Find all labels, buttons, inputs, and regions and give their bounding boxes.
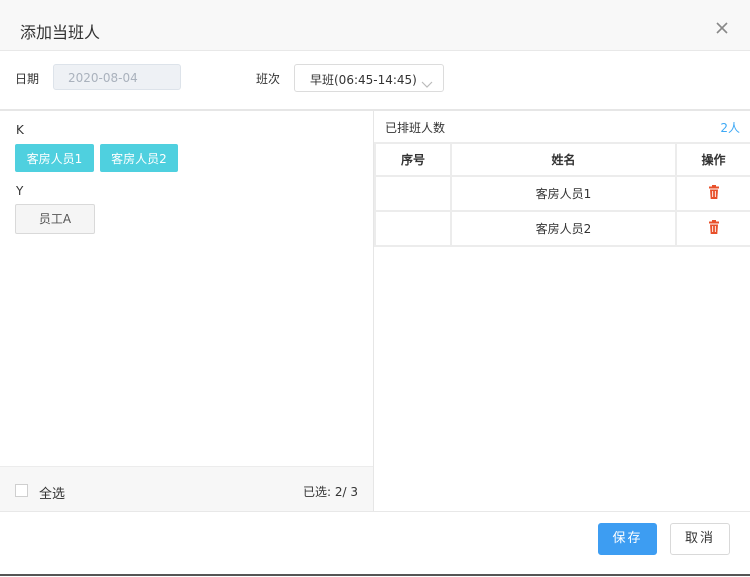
group-label-y: Y bbox=[16, 184, 24, 198]
table-row: 客房人员1 bbox=[374, 175, 750, 212]
staff-picker-panel: K 客房人员1 客房人员2 Y 员工A 全选 已选: 2/ 3 bbox=[0, 111, 374, 512]
dialog-header: 添加当班人 bbox=[0, 0, 750, 51]
scheduled-staff-panel: 已排班人数 2人 序号 姓名 操作 客房人员1 客房人员2 bbox=[374, 111, 750, 511]
left-panel-footer: 全选 已选: 2/ 3 bbox=[0, 466, 373, 512]
trash-icon[interactable] bbox=[708, 220, 720, 237]
close-icon[interactable] bbox=[712, 18, 732, 38]
row-index bbox=[374, 210, 452, 247]
select-all-checkbox[interactable] bbox=[15, 484, 28, 497]
selected-count: 已选: 2/ 3 bbox=[303, 485, 358, 499]
dialog-footer: 保存 取消 bbox=[0, 511, 750, 577]
dialog-title: 添加当班人 bbox=[20, 23, 101, 42]
row-index bbox=[374, 175, 452, 212]
col-header-action: 操作 bbox=[675, 142, 750, 177]
group-label-k: K bbox=[16, 123, 24, 137]
shift-select[interactable]: 早班(06:45-14:45) bbox=[294, 64, 444, 92]
select-all-label[interactable]: 全选 bbox=[39, 483, 65, 502]
staff-tag-2[interactable]: 客房人员2 bbox=[100, 144, 178, 172]
cancel-button[interactable]: 取消 bbox=[670, 523, 730, 555]
save-button[interactable]: 保存 bbox=[598, 523, 657, 555]
scheduled-count: 2人 bbox=[720, 121, 740, 135]
table-header-row: 序号 姓名 操作 bbox=[374, 142, 750, 177]
col-header-index: 序号 bbox=[374, 142, 452, 177]
add-on-duty-dialog: 添加当班人 日期 2020-08-04 班次 早班(06:45-14:45) K… bbox=[0, 0, 750, 577]
row-name: 客房人员2 bbox=[450, 210, 677, 247]
scheduled-title: 已排班人数 bbox=[385, 121, 446, 135]
filter-row: 日期 2020-08-04 班次 早班(06:45-14:45) bbox=[0, 51, 750, 111]
chevron-down-icon bbox=[421, 74, 433, 93]
table-row: 客房人员2 bbox=[374, 210, 750, 247]
staff-tag-3[interactable]: 员工A bbox=[15, 204, 95, 234]
row-action bbox=[675, 210, 750, 247]
row-name: 客房人员1 bbox=[450, 175, 677, 212]
trash-icon[interactable] bbox=[708, 185, 720, 202]
staff-tag-1[interactable]: 客房人员1 bbox=[15, 144, 94, 172]
scheduled-table: 序号 姓名 操作 客房人员1 客房人员2 bbox=[374, 142, 750, 247]
col-header-name: 姓名 bbox=[450, 142, 677, 177]
date-label: 日期 bbox=[15, 72, 40, 86]
shift-select-value: 早班(06:45-14:45) bbox=[310, 73, 417, 87]
shift-label: 班次 bbox=[256, 72, 281, 86]
row-action bbox=[675, 175, 750, 212]
date-input[interactable]: 2020-08-04 bbox=[53, 64, 181, 90]
